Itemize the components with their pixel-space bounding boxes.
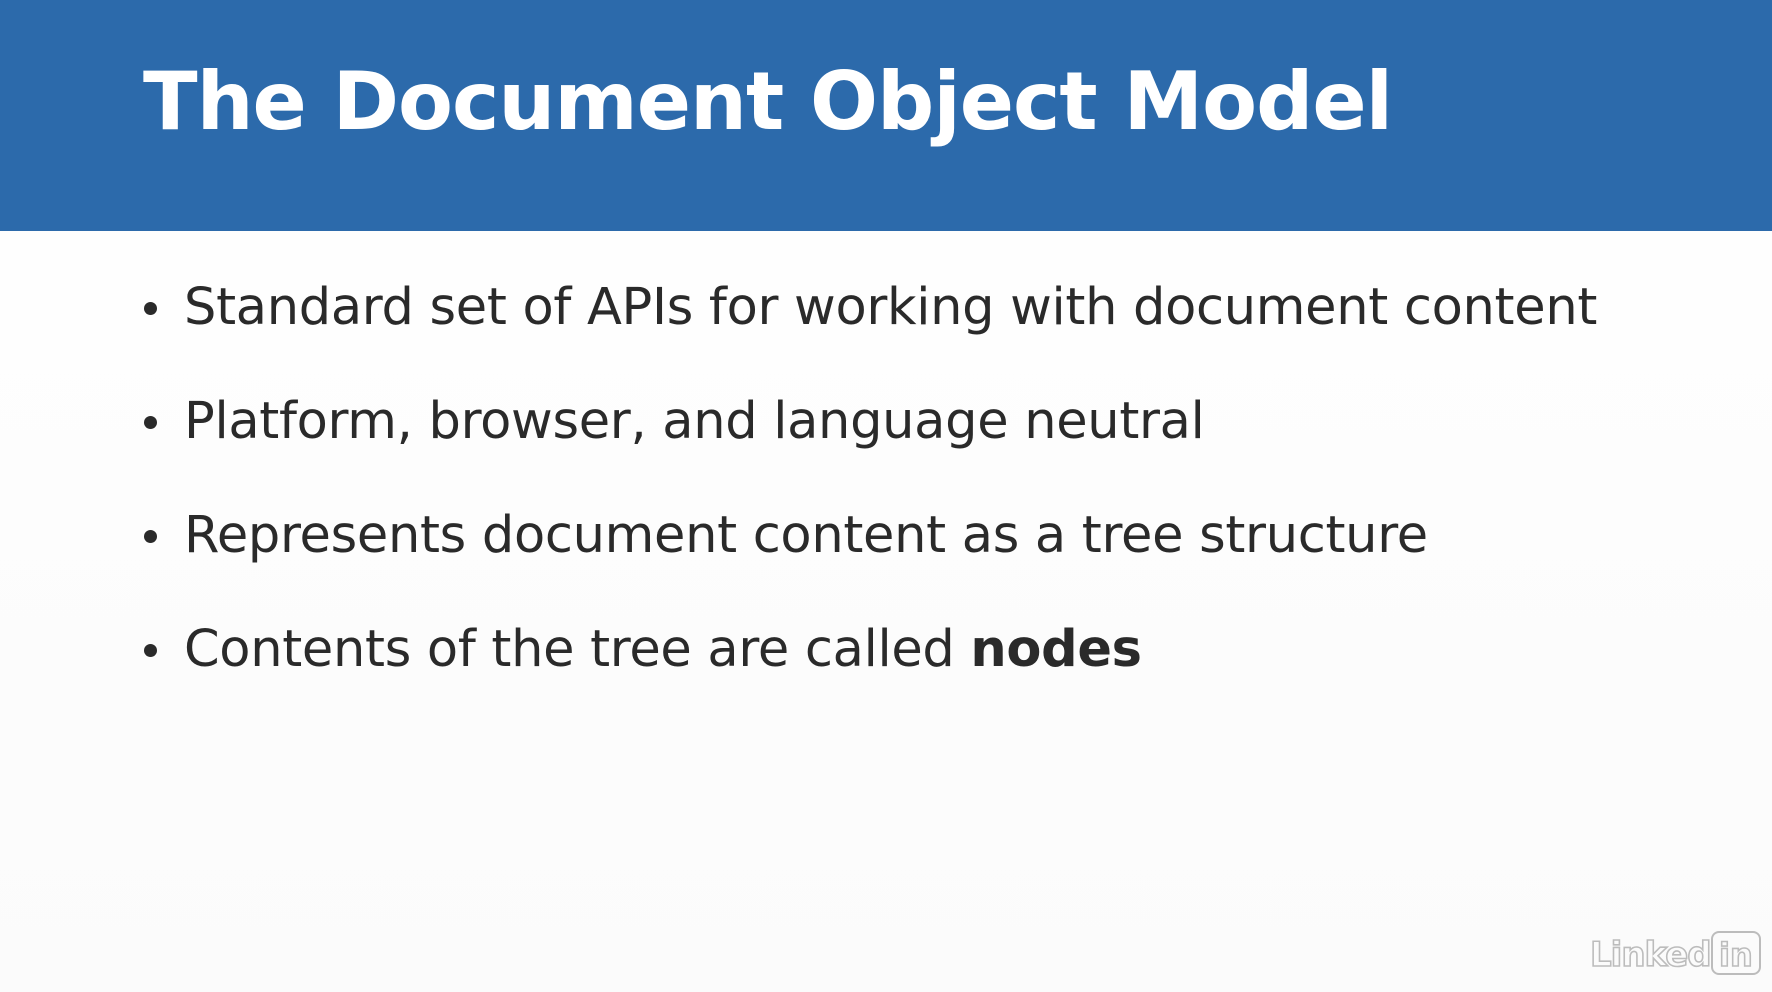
bullet-text: Standard set of APIs for working with do… bbox=[184, 278, 1598, 337]
slide-title: The Document Object Model bbox=[143, 55, 1393, 148]
linkedin-logo-icon: Linked in bbox=[1589, 931, 1761, 976]
svg-text:Linked: Linked bbox=[1590, 935, 1711, 975]
bullet-dot-icon bbox=[144, 644, 157, 657]
bullet-emphasis-nodes: nodes bbox=[970, 620, 1142, 679]
bullet-text-plain: Contents of the tree are called bbox=[184, 620, 971, 679]
bullet-dot-icon bbox=[144, 302, 157, 315]
bullet-dot-icon bbox=[144, 416, 157, 429]
svg-text:in: in bbox=[1719, 936, 1753, 974]
title-bar: The Document Object Model bbox=[0, 0, 1772, 231]
bullet-text: Contents of the tree are called nodes bbox=[184, 616, 1142, 684]
bullet-text: Platform, browser, and language neutral bbox=[184, 392, 1205, 451]
bullet-dot-icon bbox=[144, 530, 157, 543]
slide: The Document Object Model Standard set o… bbox=[0, 0, 1772, 992]
bullet-text: Represents document content as a tree st… bbox=[184, 506, 1428, 565]
